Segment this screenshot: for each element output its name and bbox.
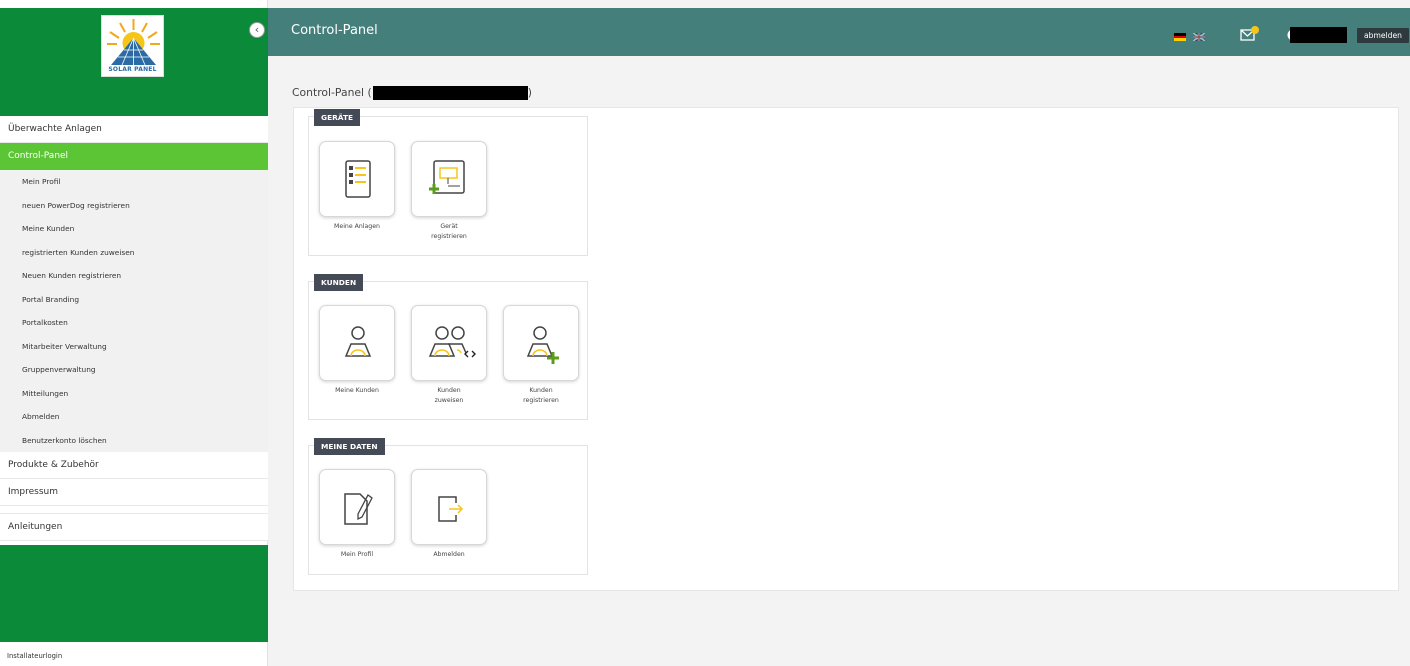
installer-login-link[interactable]: Installateurlogin — [7, 652, 62, 660]
list-document-icon — [345, 160, 371, 198]
tile-meine-kunden[interactable] — [319, 305, 395, 381]
notification-badge — [1251, 26, 1259, 34]
tile-label-mein-profil: Mein Profil — [340, 551, 374, 558]
section-label-kunden: KUNDEN — [314, 274, 364, 291]
sidebar-subitem-gruppenverwaltung[interactable]: Gruppenverwaltung — [0, 358, 268, 382]
top-header: Control-Panel abmelden — [268, 8, 1410, 56]
user-icon — [344, 326, 372, 357]
tile-label-meine-kunden: Meine Kunden — [335, 387, 379, 394]
sidebar-item-control-panel[interactable]: Control-Panel — [0, 143, 268, 170]
sidebar-subitem-portal-branding[interactable]: Portal Branding — [0, 287, 268, 311]
sidebar-green-block — [0, 545, 268, 642]
logout-button[interactable]: abmelden — [1357, 28, 1409, 43]
logo-text: SOLAR PANEL — [108, 66, 157, 73]
sidebar: SOLAR PANEL ‹ Überwachte Anlagen Control… — [0, 0, 268, 666]
sidebar-subitem-mitarbeiter-verwaltung[interactable]: Mitarbeiter Verwaltung — [0, 334, 268, 358]
device-add-icon — [429, 160, 465, 194]
tile-label-kunden-zuweisen-text: Kunden zuweisen — [434, 387, 464, 404]
sidebar-subitem-meine-kunden[interactable]: Meine Kunden — [0, 217, 268, 241]
sidebar-item-anleitungen[interactable]: Anleitungen — [0, 514, 268, 541]
section-label-meine-daten: MEINE DATEN — [314, 438, 385, 455]
sidebar-item-produkte-zubehoer[interactable]: Produkte & Zubehör — [0, 452, 268, 479]
sidebar-subitem-mitteilungen[interactable]: Mitteilungen — [0, 381, 268, 405]
tile-label-kunden-zuweisen: Kunden zuweisen — [404, 386, 494, 406]
logout-icon — [438, 496, 464, 522]
sidebar-subitem-kunden-registrieren[interactable]: Neuen Kunden registrieren — [0, 264, 268, 288]
sidebar-item-ueberwachte-anlagen[interactable]: Überwachte Anlagen — [0, 116, 268, 143]
users-assign-icon — [428, 326, 476, 358]
tile-label-kunden-registrieren: Kunden registrieren — [496, 386, 586, 406]
sidebar-subitem-kunden-zuweisen[interactable]: registrierten Kunden zuweisen — [0, 240, 268, 264]
tile-label-geraet-registrieren: Gerät registrieren — [404, 222, 494, 242]
sidebar-subitem-portalkosten[interactable]: Portalkosten — [0, 311, 268, 335]
sidebar-subitem-benutzerkonto-loeschen[interactable]: Benutzerkonto löschen — [0, 428, 268, 452]
tile-mein-profil[interactable] — [319, 469, 395, 545]
tile-meine-anlagen[interactable] — [319, 141, 395, 217]
tile-geraet-registrieren[interactable] — [411, 141, 487, 217]
profile-edit-icon — [344, 493, 373, 525]
header-title: Control-Panel — [291, 23, 378, 38]
tile-kunden-registrieren[interactable] — [503, 305, 579, 381]
solar-panel-logo[interactable]: SOLAR PANEL — [101, 15, 164, 77]
sidebar-collapse-button[interactable]: ‹ — [249, 22, 265, 38]
tile-label-geraet-registrieren-text: Gerät registrieren — [431, 223, 467, 240]
tile-kunden-zuweisen[interactable] — [411, 305, 487, 381]
user-add-icon — [526, 326, 559, 364]
tile-label-meine-anlagen: Meine Anlagen — [334, 223, 380, 230]
tile-label-kunden-registrieren-text: Kunden registrieren — [523, 387, 559, 404]
account-name-redacted — [372, 86, 528, 100]
sidebar-subitem-powerdog-registrieren[interactable]: neuen PowerDog registrieren — [0, 193, 268, 217]
logo-area: SOLAR PANEL ‹ — [0, 8, 268, 116]
sidebar-nav: Überwachte Anlagen Control-Panel Mein Pr… — [0, 116, 268, 541]
sidebar-subitem-mein-profil[interactable]: Mein Profil — [0, 170, 268, 194]
tile-label-abmelden: Abmelden — [433, 551, 465, 558]
page-title: Control-Panel () — [292, 86, 532, 100]
flag-de-icon[interactable] — [1174, 33, 1186, 41]
page-title-suffix: ) — [527, 86, 532, 99]
sidebar-subitem-abmelden[interactable]: Abmelden — [0, 405, 268, 429]
sidebar-item-impressum[interactable]: Impressum — [0, 479, 268, 506]
sidebar-divider — [0, 506, 268, 514]
section-label-geraete: GERÄTE — [314, 109, 361, 126]
user-name-redacted — [1290, 27, 1347, 43]
tile-abmelden[interactable] — [411, 469, 487, 545]
page-title-prefix: Control-Panel ( — [292, 86, 372, 99]
flag-en-icon[interactable] — [1193, 33, 1205, 41]
